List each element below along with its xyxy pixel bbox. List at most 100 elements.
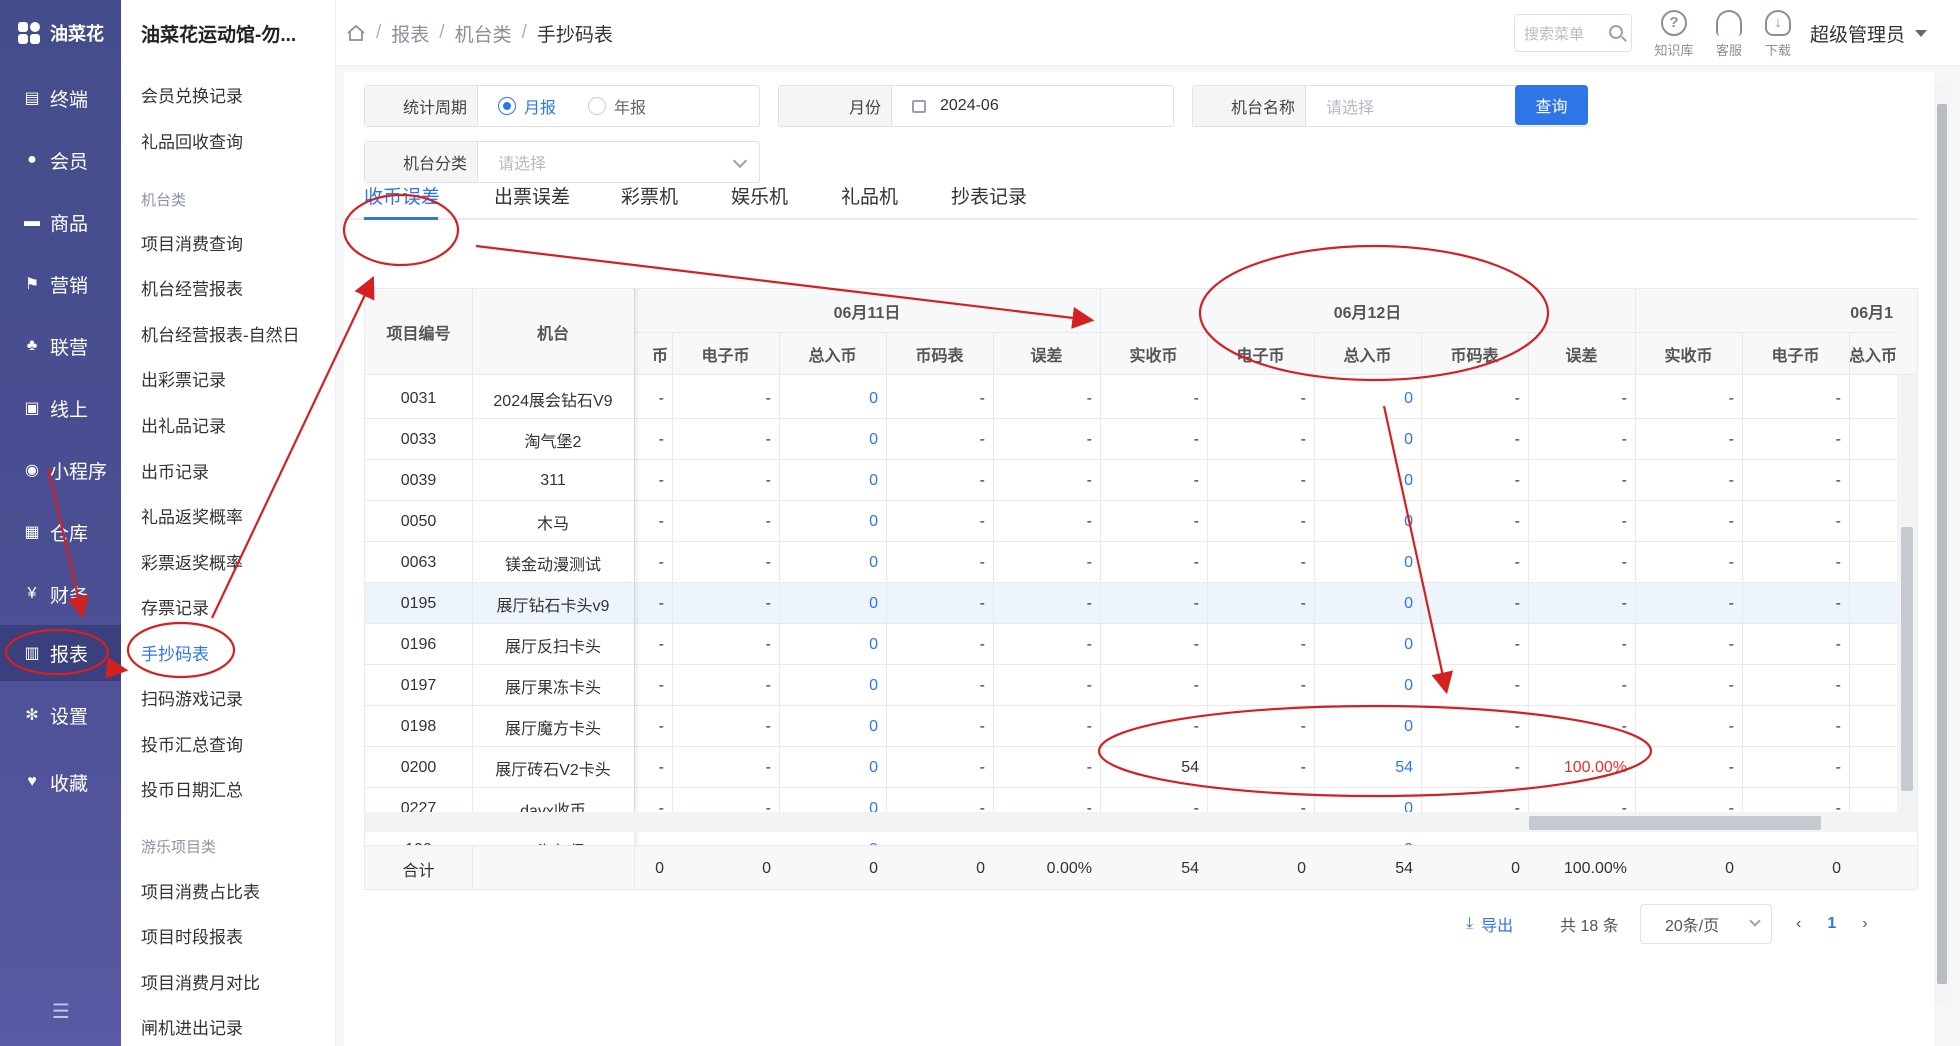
menu-search-input[interactable]: 搜索菜单 (1514, 14, 1632, 52)
page-size-select[interactable]: 20条/页 (1640, 904, 1772, 944)
table-cell: 0 (869, 512, 878, 530)
menu-collapse-icon[interactable]: ☰ (48, 999, 74, 1024)
nav-item-finance[interactable]: ¥ 财务 (0, 566, 121, 622)
table-cell: - (1193, 389, 1199, 407)
table-cell: - (1193, 430, 1199, 448)
scroll-thumb[interactable] (1901, 527, 1913, 791)
table-cell: - (1086, 389, 1092, 407)
table-cell: - (1835, 389, 1841, 407)
subnav-item[interactable]: 会员兑换记录 (141, 82, 243, 107)
table-cell: - (1300, 635, 1306, 653)
customer-service-button[interactable]: 客服 (1705, 10, 1753, 59)
subnav-item[interactable]: 出礼品记录 (141, 412, 226, 437)
table-cell: 0 (869, 676, 878, 694)
scroll-thumb[interactable] (1529, 816, 1821, 830)
export-button[interactable]: ⤓ 导出 (1466, 904, 1513, 944)
tab-meter-records[interactable]: 抄表记录 (951, 182, 1027, 209)
table-horizontal-scrollbar[interactable] (365, 812, 1917, 832)
subnav-item-manual-meter[interactable]: 手抄码表 (141, 640, 209, 665)
tab-lottery-machine[interactable]: 彩票机 (621, 182, 678, 209)
grid-line (1528, 375, 1529, 812)
nav-label: 收藏 (50, 773, 89, 795)
nav-item-marketing[interactable]: ⚑ 营销 (0, 256, 121, 312)
next-page-icon[interactable]: › (1862, 915, 1867, 933)
brand-name: 油菜花 (50, 24, 104, 44)
table-cell: - (1728, 471, 1734, 489)
subnav-item[interactable]: 项目消费查询 (141, 230, 243, 255)
nav-item-terminal[interactable]: ▤ 终端 (0, 70, 121, 126)
subnav-item[interactable]: 闸机进出记录 (141, 1014, 243, 1039)
page-number[interactable]: 1 (1827, 915, 1836, 933)
breadcrumb: / 报表 / 机台类 / 手抄码表 (346, 0, 613, 66)
table-cell: - (1621, 594, 1627, 612)
subnav-item[interactable]: 出币记录 (141, 458, 209, 483)
subnav-item[interactable]: 礼品回收查询 (141, 128, 243, 153)
cell-machine-name: 淘气堡2 (524, 433, 582, 451)
nav-item-warehouse[interactable]: ▦ 仓库 (0, 504, 121, 560)
warehouse-icon: ▦ (24, 524, 40, 541)
table-cell: - (1728, 676, 1734, 694)
table-vertical-scrollbar[interactable] (1897, 375, 1917, 812)
cell-id: 0063 (400, 553, 437, 571)
subnav-item[interactable]: 存票记录 (141, 594, 209, 619)
nav-item-report[interactable]: ▥ 报表 (0, 625, 121, 681)
tab-entertainment-machine[interactable]: 娱乐机 (731, 182, 788, 209)
nav-item-favorites[interactable]: ♥ 收藏 (0, 754, 121, 810)
select-placeholder: 请选择 (1326, 100, 1375, 117)
radio-yearly[interactable]: 年报 (588, 94, 646, 118)
subnav-item[interactable]: 投币日期汇总 (141, 776, 243, 801)
table-cell: 100.00% (1563, 758, 1627, 776)
table-cell: - (1621, 717, 1627, 735)
subnav-item[interactable]: 项目消费月对比 (141, 969, 260, 994)
nav-label: 商品 (50, 213, 89, 235)
radio-monthly[interactable]: 月报 (498, 94, 556, 118)
table-cell: - (1514, 430, 1520, 448)
table-cell: - (1514, 512, 1520, 530)
query-button[interactable]: 查询 (1515, 85, 1588, 125)
gear-icon: ✻ (25, 707, 39, 724)
home-icon[interactable] (346, 24, 366, 42)
table-cell: - (1300, 717, 1306, 735)
tab-ticket-error[interactable]: 出票误差 (494, 182, 570, 209)
table-cell: - (1621, 512, 1627, 530)
table-cell: - (979, 553, 985, 571)
subnav-item[interactable]: 投币汇总查询 (141, 731, 243, 756)
subnav-item[interactable]: 机台经营报表 (141, 275, 243, 300)
table-cell: 0 (869, 471, 878, 489)
page-scrollbar[interactable] (1934, 84, 1950, 1004)
tab-coin-error[interactable]: 收币误差 (364, 182, 440, 209)
breadcrumb-item[interactable]: 报表 (391, 20, 429, 47)
user-name: 超级管理员 (1810, 24, 1906, 46)
table-cell: - (765, 717, 771, 735)
nav-item-member[interactable]: ● 会员 (0, 132, 121, 188)
month-picker[interactable]: 2024-06 (892, 86, 1173, 126)
breadcrumb-item[interactable]: 机台类 (455, 20, 512, 47)
knowledge-base-button[interactable]: ? 知识库 (1650, 10, 1698, 59)
radio-label: 月报 (524, 100, 557, 117)
nav-item-goods[interactable]: ▬ 商品 (0, 194, 121, 250)
tab-gift-machine[interactable]: 礼品机 (841, 182, 898, 209)
table-cell: - (765, 594, 771, 612)
subnav-item[interactable]: 扫码游戏记录 (141, 685, 243, 710)
radio-dot (498, 97, 516, 115)
subnav-item[interactable]: 项目时段报表 (141, 923, 243, 948)
subnav-item[interactable]: 项目消费占比表 (141, 878, 260, 903)
download-button[interactable]: ↓ 下载 (1754, 10, 1802, 59)
nav-item-online[interactable]: ▣ 线上 (0, 380, 121, 436)
table-cell: - (1300, 758, 1306, 776)
scroll-thumb[interactable] (1937, 104, 1947, 984)
subnav-item[interactable]: 出彩票记录 (141, 366, 226, 391)
brand-logo[interactable]: 油菜花 (0, 0, 121, 66)
nav-item-settings[interactable]: ✻ 设置 (0, 687, 121, 743)
grid-line (672, 375, 673, 812)
table-cell: - (765, 553, 771, 571)
user-menu[interactable]: 超级管理员 (1810, 0, 1928, 66)
subnav-item[interactable]: 彩票返奖概率 (141, 549, 243, 574)
subnav-item[interactable]: 礼品返奖概率 (141, 503, 243, 528)
nav-item-partner[interactable]: ♣ 联营 (0, 318, 121, 374)
partner-icon: ♣ (26, 337, 38, 354)
prev-page-icon[interactable]: ‹ (1796, 915, 1801, 933)
nav-item-miniprogram[interactable]: ◉ 小程序 (0, 442, 121, 498)
chevron-down-icon (1749, 915, 1761, 927)
subnav-item[interactable]: 机台经营报表-自然日 (141, 321, 300, 346)
